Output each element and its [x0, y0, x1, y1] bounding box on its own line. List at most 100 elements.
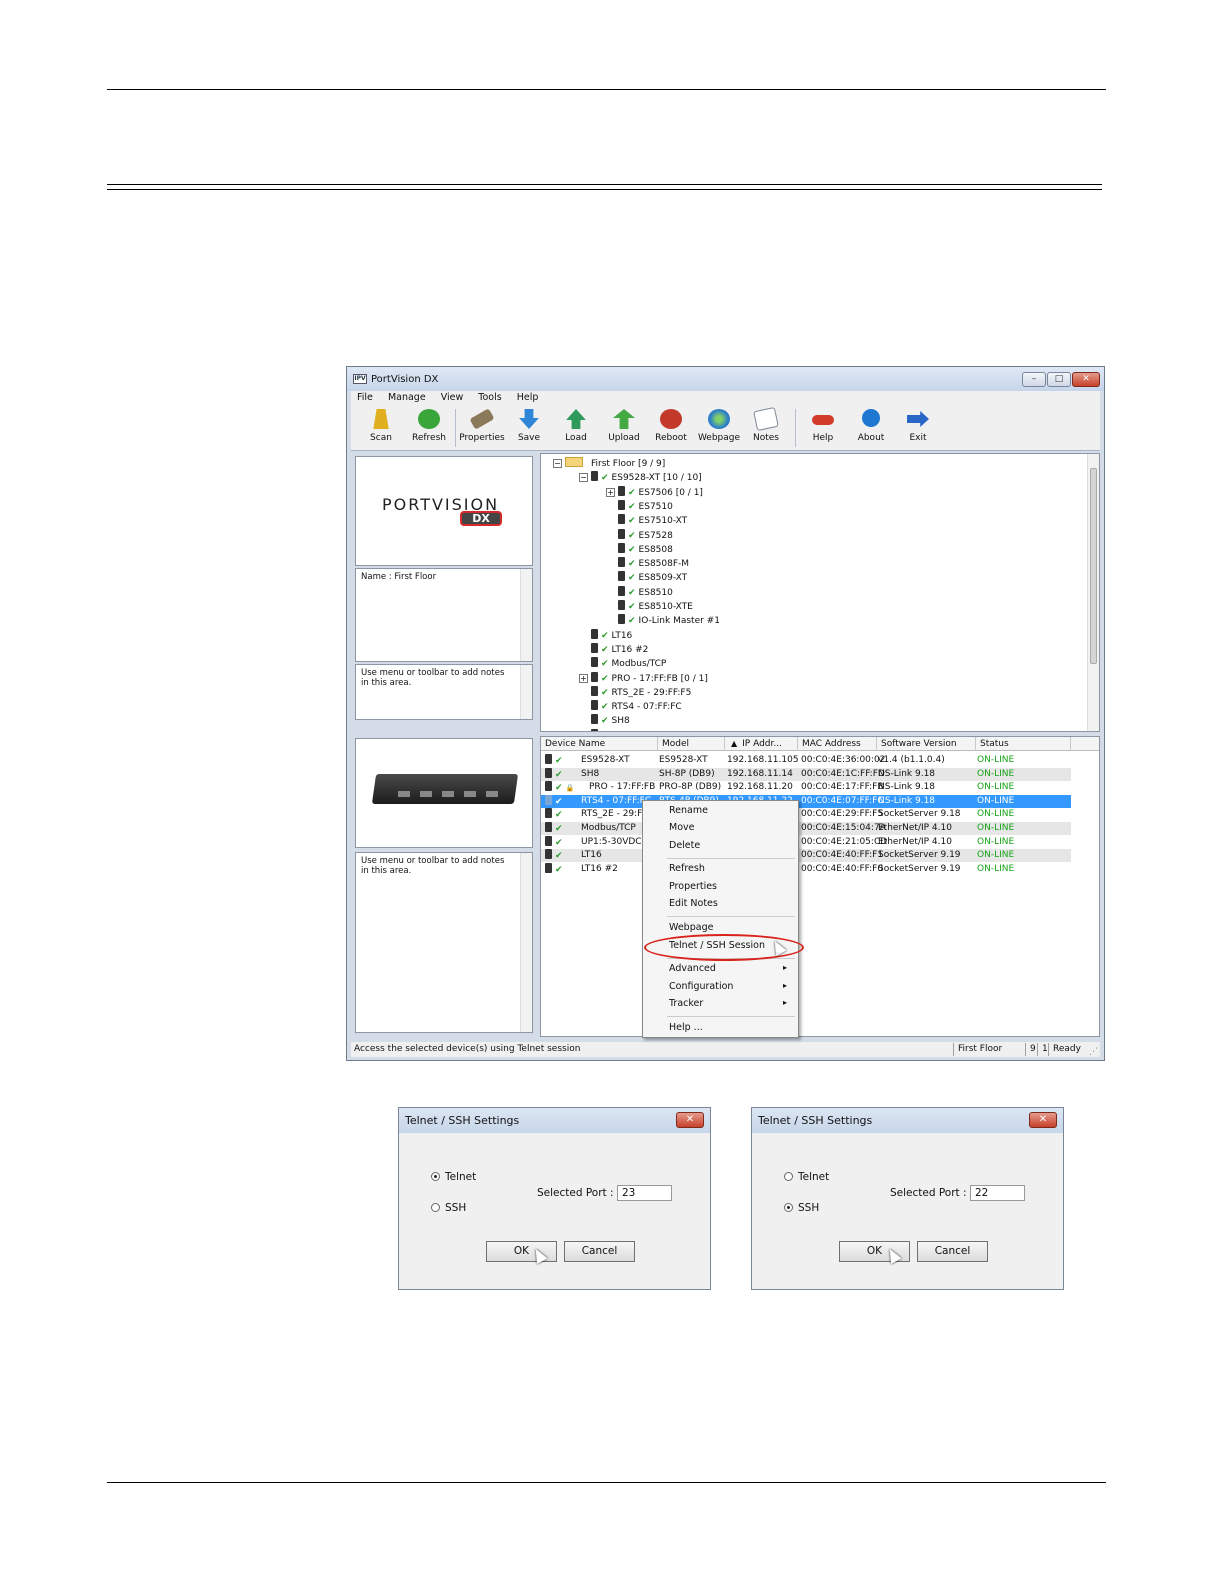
menu-help[interactable]: Help — [511, 391, 545, 403]
tree-item[interactable]: ✔UP1:5-30VDC — [579, 728, 672, 731]
tree-item[interactable]: ✔ ES8509-XT — [606, 571, 687, 583]
menu-tools[interactable]: Tools — [472, 391, 507, 403]
tree-item[interactable]: ✔ LT16 #2 — [579, 642, 648, 655]
tree-item[interactable]: + ✔ ES7506 [0 / 1] — [606, 485, 703, 498]
tree-item[interactable]: ✔ RTS_2E - 29:FF:F5 — [579, 685, 691, 698]
webpage-button[interactable]: Webpage — [694, 409, 744, 443]
table-row[interactable]: ✔ LT16 00:C0:4E:40:FF:F1 SocketServer 9.19 O… — [541, 849, 1071, 863]
tree-scroll-thumb[interactable] — [1090, 468, 1097, 664]
ssh-radio[interactable]: SSH — [784, 1202, 819, 1214]
port-input[interactable]: 22 — [970, 1185, 1025, 1201]
online-check-icon: ✔ — [628, 587, 636, 598]
col-mac-address[interactable]: MAC Address — [798, 737, 877, 751]
tree-item[interactable]: + ✔ PRO - 17:FF:FB [0 / 1] — [579, 671, 708, 684]
scan-button[interactable]: Scan — [356, 409, 406, 443]
tree-item[interactable]: ✔ ES8510 — [606, 585, 673, 598]
online-check-icon: ✔ — [555, 783, 563, 794]
tree-item[interactable]: ✔ ES8510-XTE — [606, 600, 693, 612]
tree-item[interactable]: ✔ ES7528 — [606, 528, 673, 541]
collapse-icon[interactable]: − — [553, 459, 562, 468]
cell-device-name: LT16 — [581, 850, 602, 861]
device-table: Device Name Model ▲ IP Addr... MAC Addres… — [540, 736, 1100, 1037]
about-button[interactable]: About — [846, 409, 896, 443]
table-row[interactable]: ✔ SH8 SH-8P (DB9) 192.168.11.14 00:C0:4E:1C:… — [541, 767, 1071, 781]
notes-panel-bottom[interactable]: Use menu or toolbar to add notes in this… — [355, 852, 533, 1033]
exit-button[interactable]: Exit — [893, 409, 943, 443]
device-ports — [398, 791, 498, 797]
properties-button[interactable]: Properties — [457, 408, 507, 443]
ctx-edit-notes[interactable]: Edit Notes — [669, 898, 718, 909]
menu-view[interactable]: View — [435, 391, 470, 403]
ctx-advanced[interactable]: Advanced ▸ — [669, 963, 787, 974]
load-button[interactable]: Load — [551, 409, 601, 443]
expand-icon[interactable]: + — [579, 673, 588, 683]
help-button[interactable]: Help — [798, 409, 848, 443]
notes-scrollbar-bottom[interactable] — [520, 853, 532, 1032]
close-icon[interactable]: ✕ — [676, 1112, 704, 1128]
name-panel-scrollbar[interactable] — [520, 569, 532, 661]
ctx-refresh[interactable]: Refresh — [669, 863, 705, 874]
ctx-webpage[interactable]: Webpage — [669, 922, 713, 933]
table-row[interactable]: ✔ RTS_2E - 29:FF:F5 00:C0:4E:29:FF:F5 Socke… — [541, 808, 1071, 821]
upload-button[interactable]: Upload — [599, 409, 649, 443]
close-icon[interactable]: ✕ — [1072, 372, 1100, 387]
save-button[interactable]: Save — [504, 409, 554, 443]
tree-item[interactable]: ✔ SH8 — [579, 714, 630, 726]
tree-item[interactable]: ✔ ES7510-XT — [606, 514, 687, 526]
tree-item[interactable]: ✔ ES8508 — [606, 542, 673, 555]
ctx-help[interactable]: Help ... — [669, 1022, 703, 1033]
tree-item[interactable]: ✔ IO-Link Master #1 — [606, 614, 720, 626]
tree-item[interactable]: − ✔ ES9528-XT [10 / 10] — [579, 471, 702, 483]
cancel-button[interactable]: Cancel — [564, 1241, 635, 1262]
ctx-move[interactable]: Move — [669, 822, 694, 833]
menu-file[interactable]: File — [351, 391, 379, 403]
ssh-radio[interactable]: SSH — [431, 1202, 466, 1214]
port-input[interactable]: 23 — [617, 1185, 672, 1201]
table-row[interactable]: ✔ LT16 #2 00:C0:4E:40:FF:F0 SocketServer 9.… — [541, 862, 1071, 876]
cell-model: SH-8P (DB9) — [659, 768, 715, 779]
ctx-delete[interactable]: Delete — [669, 840, 700, 851]
col-status[interactable]: Status — [976, 737, 1071, 751]
menu-manage[interactable]: Manage — [382, 391, 432, 403]
tree-scrollbar[interactable] — [1087, 454, 1099, 731]
reboot-button[interactable]: Reboot — [646, 409, 696, 443]
sort-asc-icon: ▲ — [731, 739, 738, 748]
save-icon — [519, 409, 539, 429]
port-label: Selected Port : — [890, 1187, 967, 1199]
ctx-tracker[interactable]: Tracker ▸ — [669, 998, 787, 1009]
close-icon[interactable]: ✕ — [1029, 1112, 1057, 1128]
table-row[interactable]: ✔ Modbus/TCP 00:C0:4E:15:04:7A EtherNet/IP … — [541, 822, 1071, 835]
col-software-version[interactable]: Software Version — [877, 737, 976, 751]
col-model[interactable]: Model — [658, 737, 725, 751]
tree-item[interactable]: ✔ Modbus/TCP — [579, 657, 666, 669]
ctx-configuration[interactable]: Configuration ▸ — [669, 981, 787, 992]
ctx-properties[interactable]: Properties — [669, 881, 717, 892]
notes-hint-bottom: Use menu or toolbar to add notes in this… — [361, 856, 505, 876]
table-row[interactable]: ✔ UP1:5-30VDC 00:C0:4E:21:05:CD EtherNet/IP… — [541, 835, 1071, 849]
telnet-radio[interactable]: Telnet — [784, 1171, 829, 1183]
expand-icon[interactable]: + — [606, 487, 615, 497]
collapse-icon[interactable]: − — [579, 473, 588, 483]
table-row[interactable]: ✔ 🔒 PRO - 17:FF:FB PRO-8P (DB9) 192.168.11.2… — [541, 781, 1071, 794]
notes-button[interactable]: Notes — [741, 406, 791, 443]
tree-item[interactable]: ✔ ES8508F-M — [606, 557, 689, 569]
table-row[interactable]: ✔ ES9528-XT ES9528-XT 192.168.11.105 00:C0:4… — [541, 754, 1071, 767]
notes-panel-top[interactable]: Use menu or toolbar to add notes in this… — [355, 664, 533, 720]
col-device-name[interactable]: Device Name — [541, 737, 658, 751]
ctx-rename[interactable]: Rename — [669, 805, 708, 816]
table-row[interactable]: ✔RTS4 - 07:FF:FCRTS-4P (DB9)192.168.11.2… — [541, 794, 1071, 808]
refresh-button[interactable]: Refresh — [404, 409, 454, 443]
tree-item[interactable]: ✔ RTS4 - 07:FF:FC — [579, 700, 682, 712]
notes-scrollbar-top[interactable] — [520, 665, 532, 719]
cancel-button[interactable]: Cancel — [917, 1241, 988, 1262]
resize-grip-icon[interactable]: ⋰ — [1089, 1045, 1098, 1060]
minimize-icon[interactable]: – — [1022, 372, 1046, 387]
maximize-icon[interactable]: □ — [1047, 372, 1071, 387]
tree-item-label: ES7510 — [638, 501, 673, 512]
telnet-radio[interactable]: Telnet — [431, 1171, 476, 1183]
tree-item[interactable]: − First Floor [9 / 9] — [553, 457, 665, 469]
col-ip-address[interactable]: ▲ IP Addr... — [725, 737, 798, 751]
cell-device-name: SH8 — [581, 768, 600, 779]
tree-item[interactable]: ✔ ES7510 — [606, 499, 673, 512]
tree-item[interactable]: ✔ LT16 — [579, 628, 632, 641]
